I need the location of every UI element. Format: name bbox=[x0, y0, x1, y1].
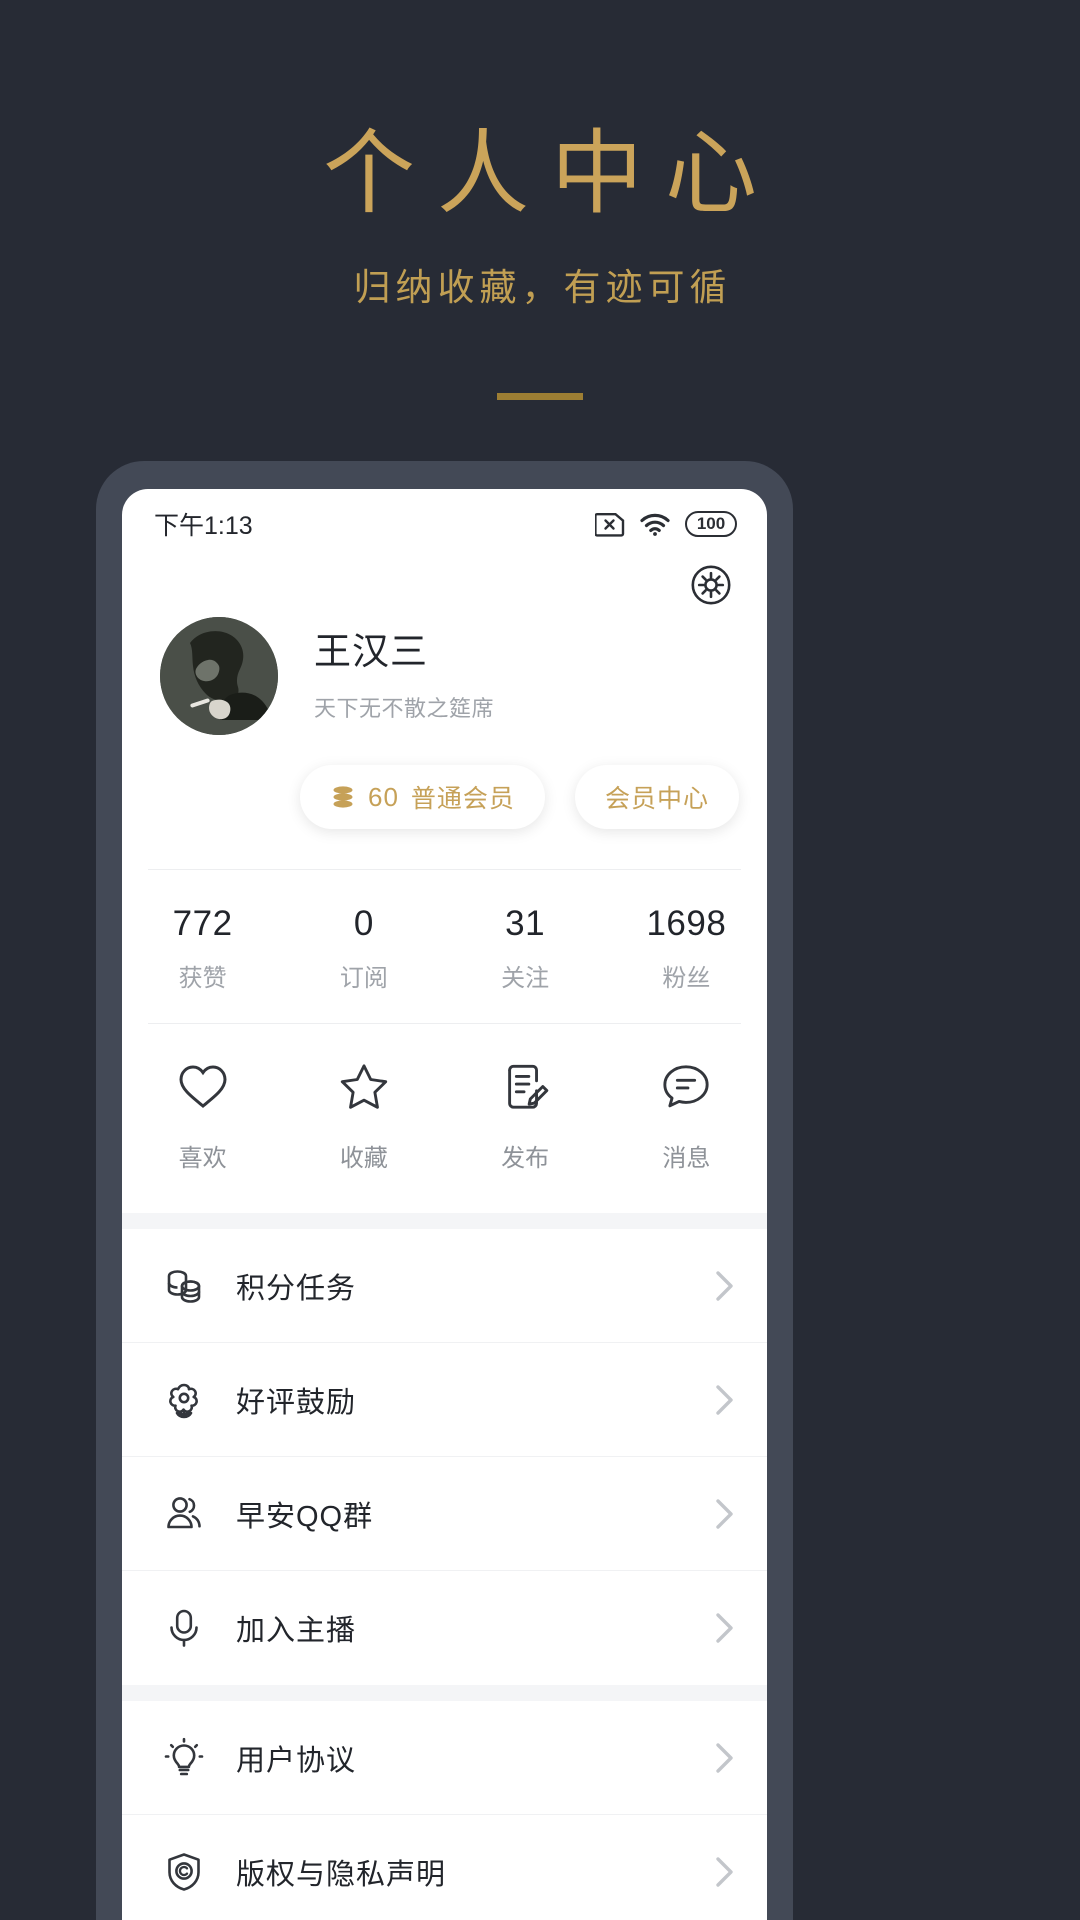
member-center-label: 会员中心 bbox=[604, 785, 709, 813]
lightbulb-icon bbox=[160, 1737, 208, 1779]
chevron-right-icon bbox=[711, 1383, 737, 1417]
membership-badges: 60 普通会员 会员中心 bbox=[122, 735, 767, 829]
coins-icon bbox=[330, 785, 356, 809]
action-label: 消息 bbox=[662, 1145, 711, 1172]
sim-card-off-icon bbox=[595, 511, 625, 537]
flower-icon bbox=[160, 1379, 208, 1421]
member-center-button[interactable]: 会员中心 bbox=[574, 765, 739, 829]
promo-header: 个人中心 归纳收藏，有迹可循 bbox=[0, 0, 1080, 400]
menu-item-user-agreement[interactable]: 用户协议 bbox=[122, 1701, 767, 1815]
menu-item-label: 版权与隐私声明 bbox=[236, 1859, 447, 1891]
stat-subscriptions[interactable]: 0 订阅 bbox=[283, 904, 444, 993]
battery-indicator: 100 bbox=[685, 511, 737, 537]
phone-screen: 下午1:13 100 王汉三 天下无不散之筵席 60 普通会员 会员中心 772… bbox=[122, 489, 767, 1920]
heart-icon bbox=[176, 1062, 230, 1112]
stat-value: 772 bbox=[172, 904, 233, 943]
status-time: 下午1:13 bbox=[154, 512, 253, 540]
message-icon bbox=[659, 1062, 713, 1112]
status-bar: 下午1:13 100 bbox=[122, 489, 767, 551]
action-label: 发布 bbox=[501, 1145, 550, 1172]
menu-item-label: 用户协议 bbox=[236, 1744, 357, 1777]
profile-header[interactable]: 王汉三 天下无不散之筵席 bbox=[122, 607, 767, 735]
action-messages[interactable]: 消息 bbox=[606, 1062, 767, 1173]
menu-item-join-host[interactable]: 加入主播 bbox=[122, 1571, 767, 1685]
stat-label: 订阅 bbox=[339, 965, 388, 992]
stat-label: 关注 bbox=[501, 965, 550, 992]
stat-following[interactable]: 31 关注 bbox=[445, 904, 606, 993]
stat-value: 0 bbox=[353, 904, 374, 943]
page-title: 个人中心 bbox=[322, 123, 779, 225]
wifi-icon bbox=[639, 512, 671, 536]
status-icons: 100 bbox=[595, 511, 737, 537]
action-publish[interactable]: 发布 bbox=[445, 1062, 606, 1173]
user-bio: 天下无不散之筵席 bbox=[314, 696, 495, 721]
coins-stack-icon bbox=[160, 1265, 208, 1307]
star-icon bbox=[337, 1062, 391, 1112]
chevron-right-icon bbox=[711, 1741, 737, 1775]
action-label: 喜欢 bbox=[178, 1145, 227, 1172]
stat-label: 获赞 bbox=[178, 965, 227, 992]
page-subtitle: 归纳收藏，有迹可循 bbox=[353, 267, 732, 309]
chevron-right-icon bbox=[711, 1269, 737, 1303]
chevron-right-icon bbox=[711, 1855, 737, 1889]
member-level-label: 普通会员 bbox=[410, 785, 515, 813]
menu-item-label: 早安QQ群 bbox=[236, 1500, 374, 1533]
header-actions bbox=[122, 551, 767, 607]
accent-divider bbox=[497, 392, 583, 400]
promo-page: 个人中心 归纳收藏，有迹可循 下午1:13 100 王汉三 天下无不散之筵席 6… bbox=[0, 0, 1080, 1920]
stat-label: 粉丝 bbox=[662, 965, 711, 992]
chevron-right-icon bbox=[711, 1611, 737, 1645]
action-likes[interactable]: 喜欢 bbox=[122, 1062, 283, 1173]
quick-actions-row: 喜欢 收藏 发布 消息 bbox=[122, 1024, 767, 1213]
menu-group-primary: 积分任务 好评鼓励 早安QQ群 加入主播 bbox=[122, 1229, 767, 1685]
menu-item-copyright-privacy[interactable]: 版权与隐私声明 bbox=[122, 1815, 767, 1920]
user-name: 王汉三 bbox=[314, 631, 428, 672]
users-icon bbox=[160, 1493, 208, 1535]
chevron-right-icon bbox=[711, 1497, 737, 1531]
stat-followers[interactable]: 1698 粉丝 bbox=[606, 904, 767, 993]
avatar[interactable] bbox=[160, 617, 278, 735]
phone-frame: 下午1:13 100 王汉三 天下无不散之筵席 60 普通会员 会员中心 772… bbox=[96, 461, 793, 1920]
menu-item-label: 好评鼓励 bbox=[236, 1386, 357, 1419]
edit-document-icon bbox=[498, 1062, 552, 1112]
stats-row: 772 获赞 0 订阅 31 关注 1698 粉丝 bbox=[122, 870, 767, 1023]
microphone-icon bbox=[160, 1607, 208, 1649]
menu-item-qq-group[interactable]: 早安QQ群 bbox=[122, 1457, 767, 1571]
menu-item-good-review[interactable]: 好评鼓励 bbox=[122, 1343, 767, 1457]
menu-item-label: 加入主播 bbox=[236, 1615, 357, 1647]
profile-text: 王汉三 天下无不散之筵席 bbox=[278, 611, 494, 723]
menu-item-points-tasks[interactable]: 积分任务 bbox=[122, 1229, 767, 1343]
shield-copyright-icon bbox=[160, 1851, 208, 1893]
stat-value: 1698 bbox=[646, 904, 727, 943]
action-label: 收藏 bbox=[339, 1145, 388, 1172]
menu-item-label: 积分任务 bbox=[236, 1272, 357, 1305]
points-badge[interactable]: 60 普通会员 bbox=[300, 765, 545, 829]
menu-group-legal: 用户协议 版权与隐私声明 bbox=[122, 1701, 767, 1920]
section-gap bbox=[122, 1213, 767, 1229]
points-value: 60 bbox=[368, 781, 399, 812]
stat-likes[interactable]: 772 获赞 bbox=[122, 904, 283, 993]
gear-icon[interactable] bbox=[689, 563, 733, 607]
stat-value: 31 bbox=[505, 904, 546, 943]
section-gap bbox=[122, 1685, 767, 1701]
action-favorites[interactable]: 收藏 bbox=[283, 1062, 444, 1173]
